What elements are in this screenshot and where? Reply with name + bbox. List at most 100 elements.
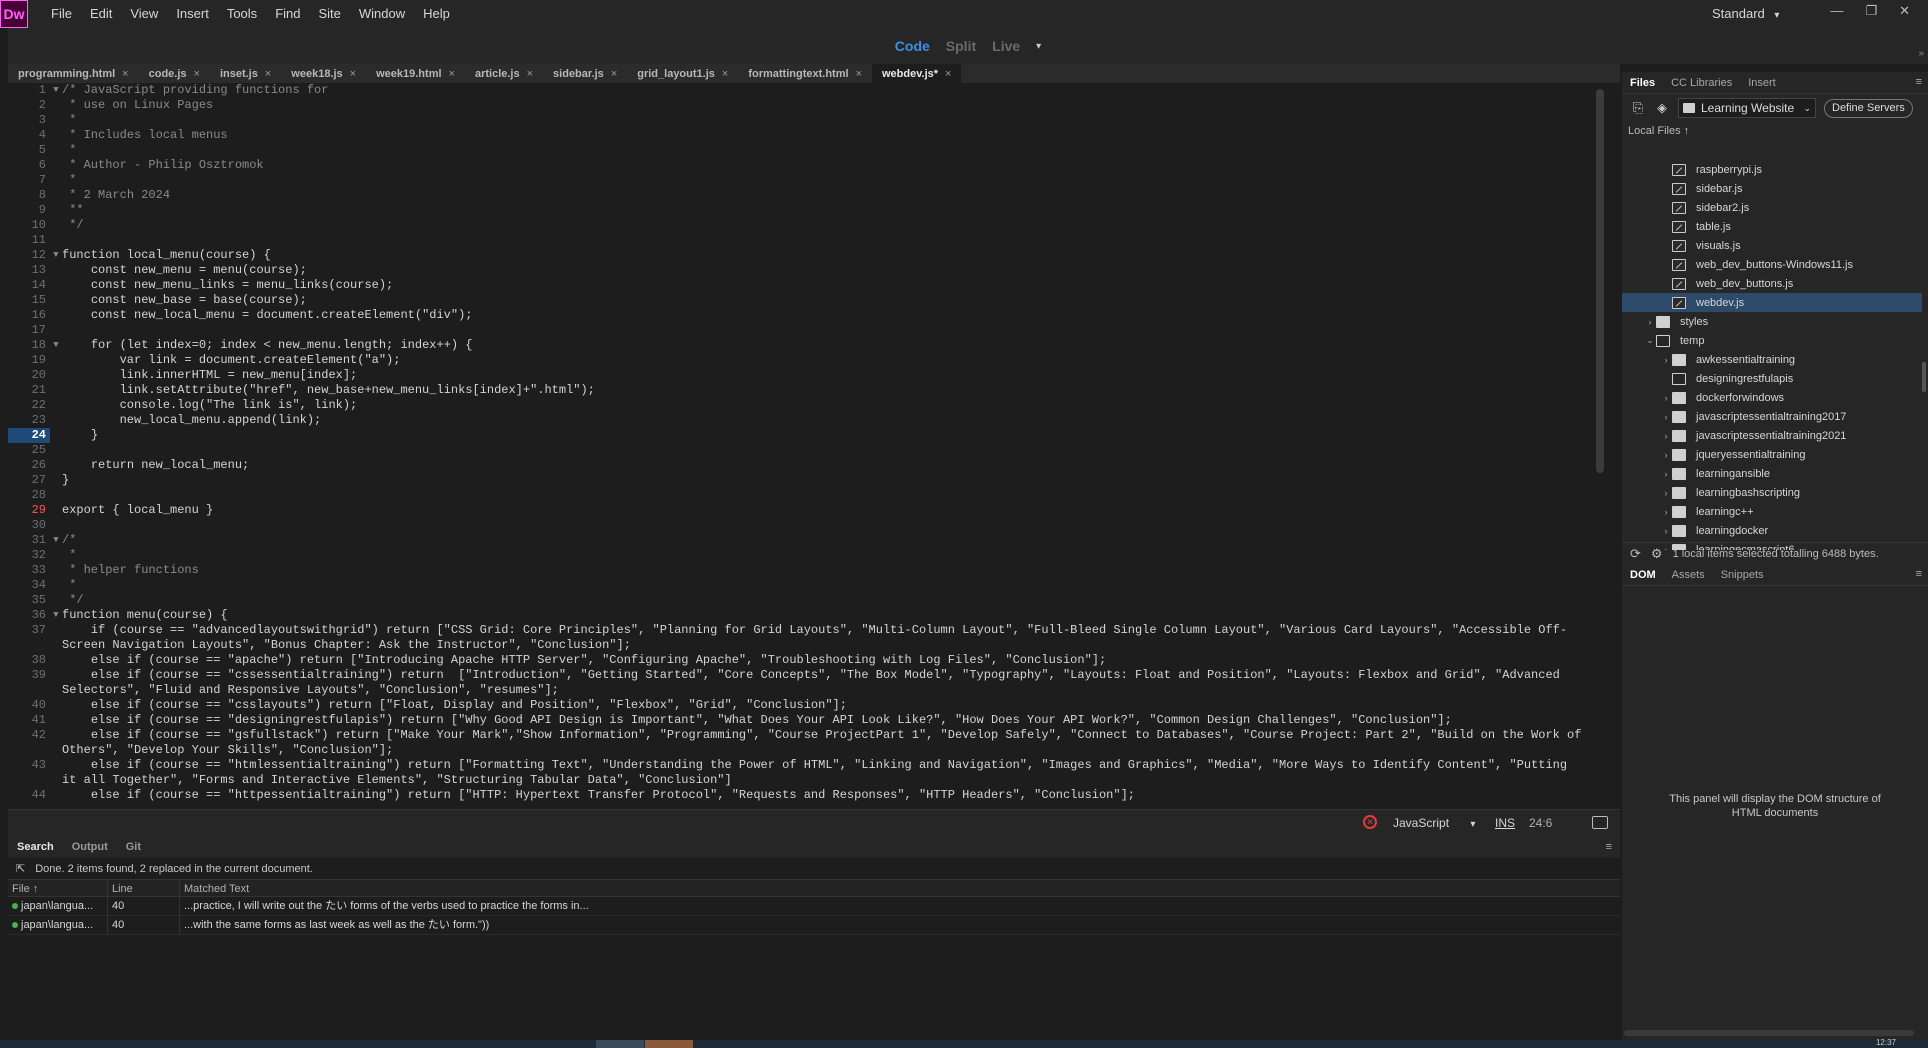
language-select[interactable]: JavaScript ▾ [1393, 814, 1483, 832]
line-number[interactable]: 6 [8, 158, 50, 173]
menu-tools[interactable]: Tools [218, 0, 266, 28]
tree-item[interactable]: › dockerforwindows [1622, 388, 1922, 407]
tab-cc-libraries[interactable]: CC Libraries [1663, 77, 1740, 89]
expand-arrow-icon[interactable]: › [1644, 317, 1656, 327]
tree-item[interactable]: ⌄ temp [1622, 331, 1922, 350]
doc-tab[interactable]: week18.js × [281, 64, 366, 83]
line-number[interactable]: 12 [8, 248, 50, 263]
line-number[interactable]: 30 [8, 518, 50, 533]
line-number[interactable]: 24 [8, 428, 50, 443]
connect-icon[interactable]: ⎘ [1630, 100, 1646, 116]
menu-view[interactable]: View [121, 0, 167, 28]
fold-arrow-icon[interactable]: ▼ [50, 533, 62, 548]
doc-tab[interactable]: inset.js × [210, 64, 281, 83]
tree-item[interactable]: designingrestfulapis [1622, 369, 1922, 388]
line-number[interactable]: 32 [8, 548, 50, 563]
doc-tab[interactable]: grid_layout1.js × [627, 64, 738, 83]
line-number[interactable]: 39 [8, 668, 50, 698]
tree-item[interactable]: › learningansible [1622, 464, 1922, 483]
line-number[interactable]: 3 [8, 113, 50, 128]
close-icon[interactable]: ✕ [1899, 0, 1910, 22]
taskbar-app-button[interactable] [596, 1040, 644, 1048]
tab-search[interactable]: Search [8, 841, 63, 853]
doc-tab[interactable]: formattingtext.html × [738, 64, 872, 83]
panel-horizontal-scrollbar[interactable] [1624, 1030, 1914, 1036]
line-number[interactable]: 19 [8, 353, 50, 368]
matched-text-column-header[interactable]: Matched Text [180, 880, 1580, 896]
tree-item[interactable]: › styles [1622, 312, 1922, 331]
menu-file[interactable]: File [42, 0, 81, 28]
tree-item[interactable]: table.js [1622, 217, 1922, 236]
doc-tab[interactable]: sidebar.js × [543, 64, 627, 83]
tree-item[interactable]: webdev.js [1622, 293, 1922, 312]
expand-arrow-icon[interactable]: › [1660, 412, 1672, 422]
expand-arrow-icon[interactable]: › [1660, 526, 1672, 536]
line-number[interactable]: 41 [8, 713, 50, 728]
tab-insert[interactable]: Insert [1740, 77, 1784, 89]
collapse-panels-icon[interactable]: » [1918, 48, 1924, 59]
tab-dom[interactable]: DOM [1622, 569, 1664, 581]
line-number[interactable]: 15 [8, 293, 50, 308]
menu-find[interactable]: Find [266, 0, 309, 28]
close-icon[interactable]: × [611, 68, 617, 80]
line-number[interactable]: 9 [8, 203, 50, 218]
tab-output[interactable]: Output [63, 841, 117, 853]
tree-item[interactable]: raspberrypi.js [1622, 160, 1922, 179]
tree-item[interactable]: › javascriptessentialtraining2021 [1622, 426, 1922, 445]
close-icon[interactable]: × [856, 68, 862, 80]
restore-icon[interactable]: ❐ [1865, 0, 1877, 22]
panel-menu-icon[interactable]: ≡ [1916, 568, 1922, 580]
expand-arrow-icon[interactable]: › [1660, 355, 1672, 365]
tree-item[interactable]: › javascriptessentialtraining2017 [1622, 407, 1922, 426]
tree-item[interactable]: › learningdocker [1622, 521, 1922, 540]
line-number[interactable]: 17 [8, 323, 50, 338]
line-number[interactable]: 33 [8, 563, 50, 578]
menu-window[interactable]: Window [350, 0, 414, 28]
tree-item[interactable]: › jqueryessentialtraining [1622, 445, 1922, 464]
code-editor[interactable]: 1 ▼/* JavaScript providing functions for 2… [8, 83, 1608, 809]
line-number[interactable]: 16 [8, 308, 50, 323]
minimize-icon[interactable]: — [1830, 0, 1843, 22]
menu-insert[interactable]: Insert [167, 0, 218, 28]
expand-arrow-icon[interactable]: › [1660, 488, 1672, 498]
line-number[interactable]: 44 [8, 788, 50, 803]
expand-arrow-icon[interactable]: › [1660, 507, 1672, 517]
tree-item[interactable]: › learningc++ [1622, 502, 1922, 521]
line-number[interactable]: 26 [8, 458, 50, 473]
tree-item[interactable]: › learningbashscripting [1622, 483, 1922, 502]
expand-arrow-icon[interactable]: ⌄ [1644, 335, 1656, 346]
close-icon[interactable]: × [945, 68, 951, 80]
taskbar-app-button[interactable] [645, 1040, 693, 1048]
line-number[interactable]: 4 [8, 128, 50, 143]
menu-site[interactable]: Site [309, 0, 349, 28]
line-number[interactable]: 7 [8, 173, 50, 188]
close-icon[interactable]: × [194, 68, 200, 80]
close-icon[interactable]: × [350, 68, 356, 80]
line-number[interactable]: 8 [8, 188, 50, 203]
line-number[interactable]: 42 [8, 728, 50, 758]
line-number[interactable]: 38 [8, 653, 50, 668]
doc-tab[interactable]: programming.html × [8, 64, 139, 83]
menu-edit[interactable]: Edit [81, 0, 121, 28]
site-select[interactable]: Learning Website ⌄ [1678, 98, 1816, 118]
result-row[interactable]: japan\langua... 40 ...with the same forms … [8, 916, 1620, 935]
line-number[interactable]: 31 [8, 533, 50, 548]
code-view-button[interactable]: Code [895, 38, 930, 54]
line-number[interactable]: 18 [8, 338, 50, 353]
close-icon[interactable]: × [265, 68, 271, 80]
expand-arrow-icon[interactable]: › [1660, 469, 1672, 479]
tree-item[interactable]: visuals.js [1622, 236, 1922, 255]
local-files-header[interactable]: Local Files ↑ [1622, 122, 1928, 140]
line-number[interactable]: 13 [8, 263, 50, 278]
line-number[interactable]: 34 [8, 578, 50, 593]
live-view-button[interactable]: Live [992, 38, 1020, 54]
chevron-down-icon[interactable]: ▾ [1036, 41, 1041, 52]
line-number[interactable]: 21 [8, 383, 50, 398]
tree-item[interactable]: sidebar2.js [1622, 198, 1922, 217]
fold-arrow-icon[interactable]: ▼ [50, 338, 62, 353]
result-row[interactable]: japan\langua... 40 ...practice, I will wri… [8, 897, 1620, 916]
line-number[interactable]: 23 [8, 413, 50, 428]
split-view-button[interactable]: Split [946, 38, 976, 54]
doc-tab[interactable]: week19.html × [366, 64, 465, 83]
line-number[interactable]: 11 [8, 233, 50, 248]
